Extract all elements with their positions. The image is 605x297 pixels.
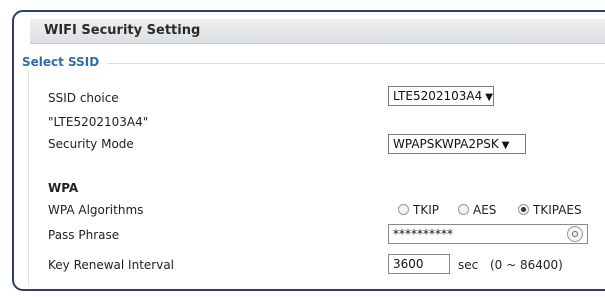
key-renewal-label: Key Renewal Interval	[48, 258, 175, 272]
ssid-select-value: LTE5202103A4	[393, 89, 483, 103]
radio-tkip[interactable]: TKIP	[398, 203, 439, 217]
section-legend: Select SSID	[22, 55, 108, 69]
eye-icon[interactable]	[567, 226, 583, 242]
ssid-select[interactable]: LTE5202103A4 ▼	[388, 86, 494, 106]
key-renewal-unit: sec	[458, 258, 479, 272]
pass-phrase-value: **********	[393, 227, 453, 241]
security-mode-label: Security Mode	[48, 137, 134, 151]
panel-header: WIFI Security Setting	[30, 19, 605, 44]
key-renewal-value: 3600	[393, 257, 424, 271]
radio-aes-button[interactable]	[458, 204, 469, 215]
radio-aes[interactable]: AES	[458, 203, 496, 217]
security-mode-select[interactable]: WPAPSKWPA2PSK ▼	[388, 134, 526, 154]
radio-tkip-label: TKIP	[413, 203, 439, 217]
radio-aes-label: AES	[473, 203, 497, 217]
chevron-down-icon: ▼	[485, 92, 493, 103]
key-renewal-range: (0 ~ 86400)	[490, 258, 563, 272]
wpa-heading: WPA	[48, 181, 79, 195]
pass-phrase-input[interactable]: **********	[388, 224, 588, 244]
key-renewal-input[interactable]: 3600	[388, 254, 450, 274]
radio-tkipaes-button[interactable]	[518, 204, 529, 215]
wpa-algorithms-label: WPA Algorithms	[48, 203, 144, 217]
fieldset-top-border	[22, 63, 605, 64]
fieldset-left-border	[28, 70, 29, 286]
current-ssid-text: "LTE5202103A4"	[48, 115, 149, 129]
security-mode-value: WPAPSKWPA2PSK	[393, 137, 499, 151]
chevron-down-icon: ▼	[501, 140, 510, 151]
radio-tkipaes[interactable]: TKIPAES	[518, 203, 582, 217]
page-title: WIFI Security Setting	[44, 23, 201, 38]
radio-tkipaes-label: TKIPAES	[533, 203, 582, 217]
pass-phrase-label: Pass Phrase	[48, 228, 120, 242]
radio-tkip-button[interactable]	[398, 204, 409, 215]
ssid-choice-label: SSID choice	[48, 91, 119, 105]
